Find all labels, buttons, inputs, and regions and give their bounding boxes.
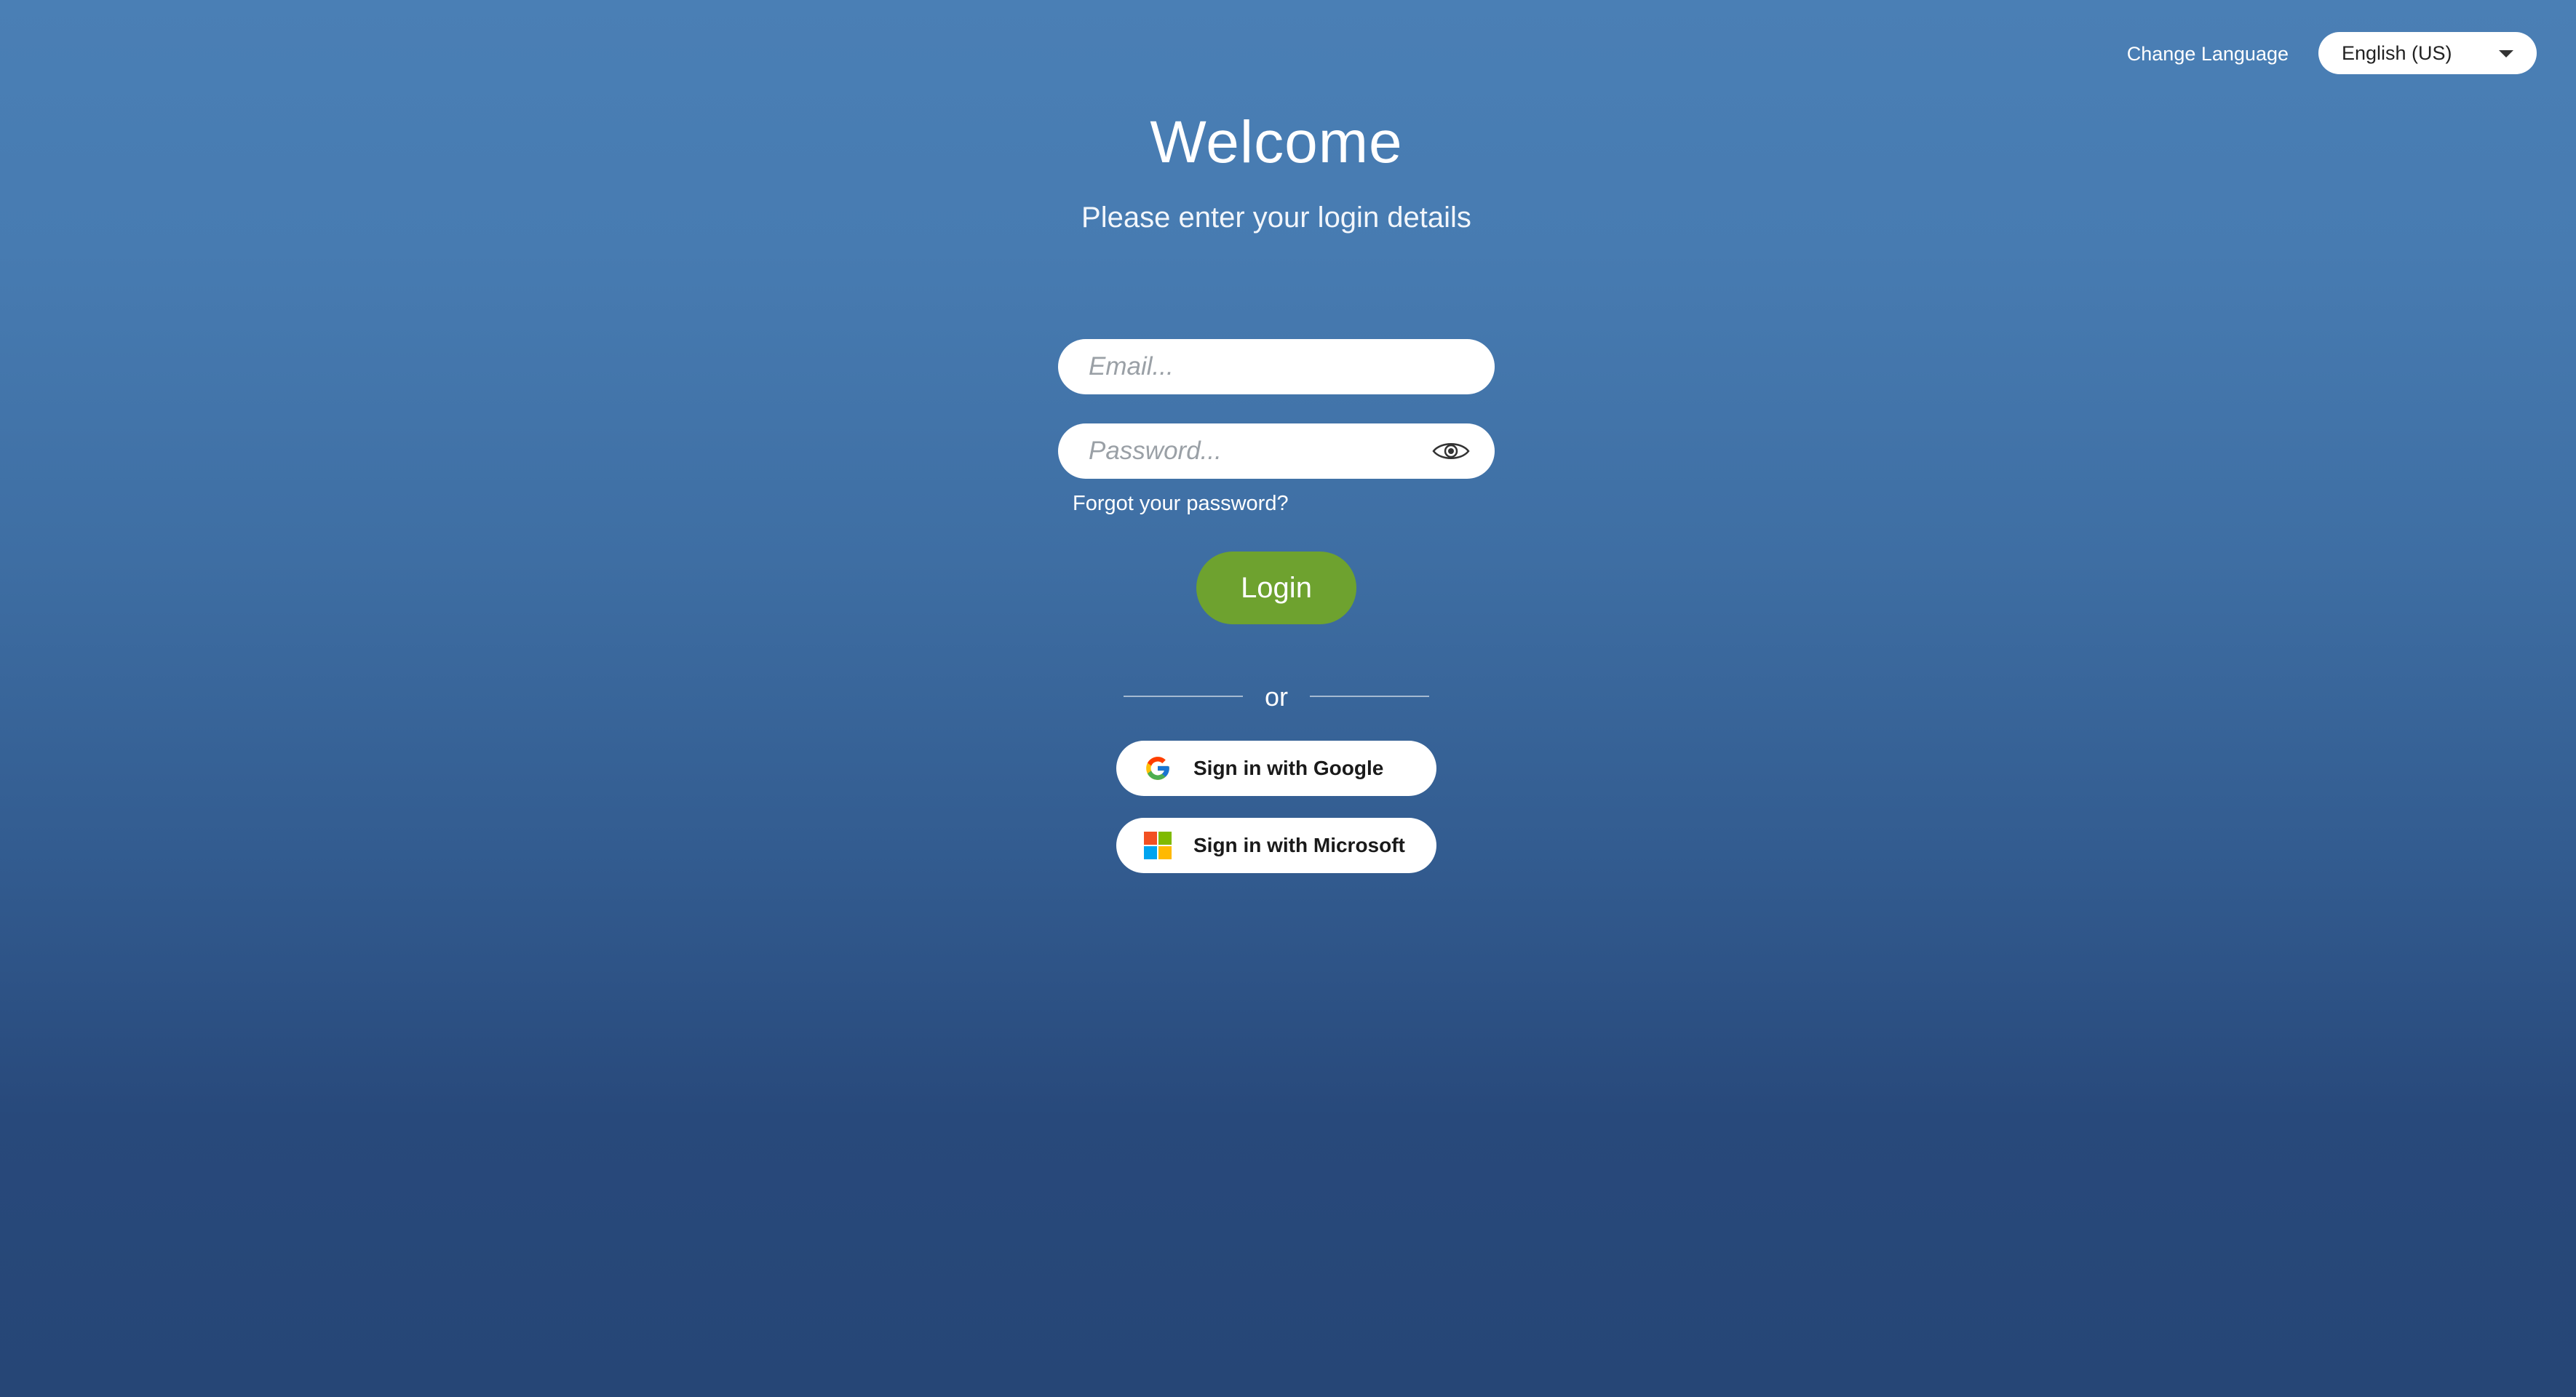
change-language-label: Change Language xyxy=(2126,43,2289,65)
caret-down-icon xyxy=(2499,50,2513,57)
email-field[interactable] xyxy=(1087,351,1439,382)
sign-in-google-button[interactable]: Sign in with Google xyxy=(1116,741,1436,796)
login-button[interactable]: Login xyxy=(1196,552,1356,624)
google-logo-icon xyxy=(1144,755,1172,782)
sign-in-microsoft-button[interactable]: Sign in with Microsoft xyxy=(1116,818,1436,873)
language-select[interactable]: English (US) xyxy=(2318,32,2537,74)
divider-line-right xyxy=(1310,696,1429,697)
eye-icon[interactable] xyxy=(1432,440,1470,462)
microsoft-logo-icon xyxy=(1144,832,1172,859)
forgot-password-link[interactable]: Forgot your password? xyxy=(1073,490,1289,517)
page-title: Welcome xyxy=(1150,109,1403,175)
sign-in-microsoft-label: Sign in with Microsoft xyxy=(1193,834,1405,856)
password-field-container xyxy=(1058,423,1495,479)
language-select-value: English (US) xyxy=(2342,41,2452,64)
sign-in-google-label: Sign in with Google xyxy=(1193,757,1384,779)
password-field[interactable] xyxy=(1087,436,1439,466)
divider-text: or xyxy=(1264,682,1288,712)
divider-line-left xyxy=(1124,696,1243,697)
page-subtitle: Please enter your login details xyxy=(1081,202,1471,234)
email-field-container xyxy=(1058,339,1495,394)
